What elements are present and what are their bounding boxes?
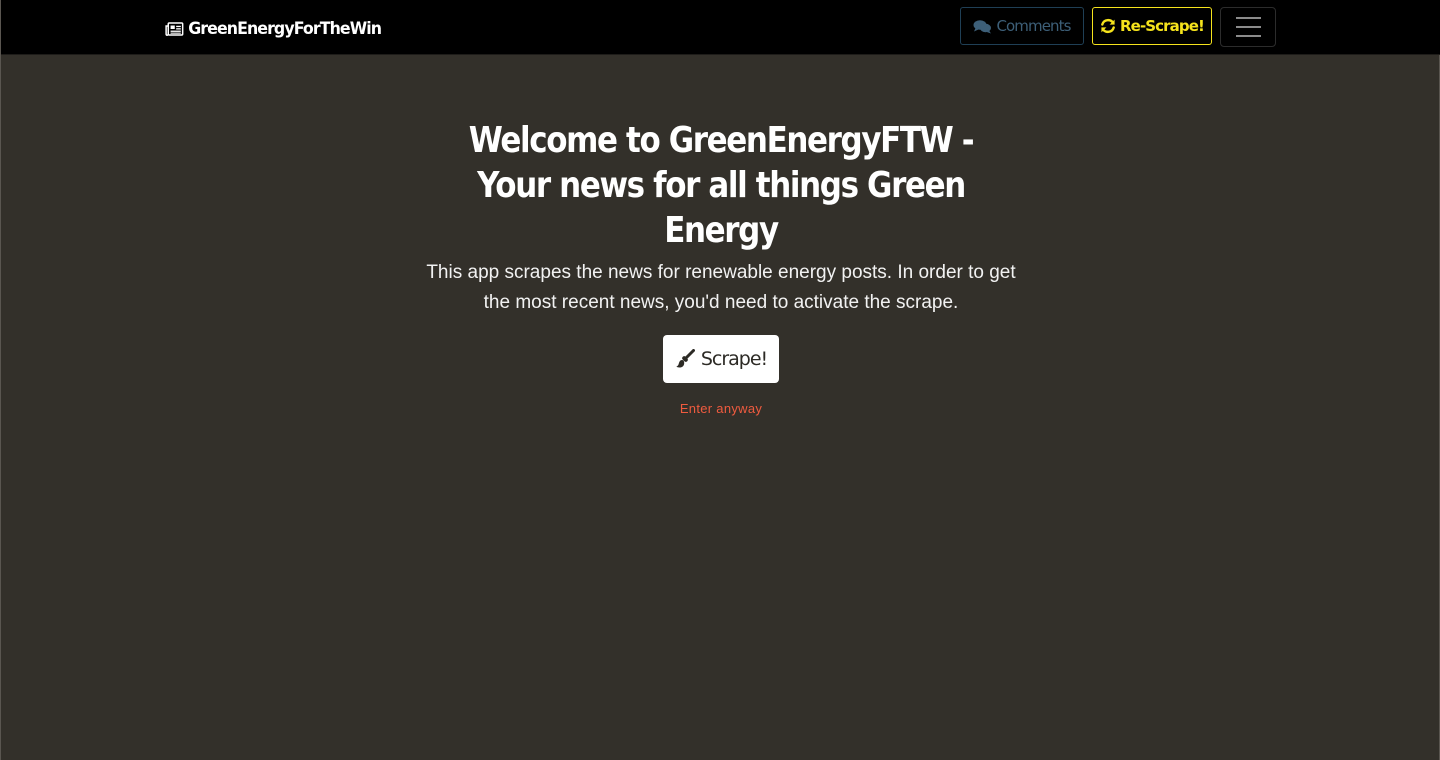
navbar: GreenEnergyForTheWin Comments Re-Scrape!	[1, 0, 1440, 55]
rescrape-label: Re-Scrape!	[1120, 17, 1205, 35]
newspaper-icon	[165, 22, 184, 36]
scrape-button[interactable]: Scrape!	[663, 335, 779, 383]
rescrape-button[interactable]: Re-Scrape!	[1092, 7, 1212, 45]
hero-section: Welcome to GreenEnergyFTW - Your news fo…	[1, 118, 1440, 416]
paintbrush-icon	[676, 349, 695, 368]
scrape-label: Scrape!	[700, 348, 768, 370]
brand-link[interactable]: GreenEnergyForTheWin	[165, 17, 382, 41]
sync-icon	[1101, 18, 1115, 34]
navbar-toggler-button[interactable]	[1220, 7, 1276, 47]
hamburger-icon	[1235, 26, 1261, 28]
page-title: Welcome to GreenEnergyFTW - Your news fo…	[468, 120, 975, 251]
hamburger-icon	[1235, 17, 1261, 19]
hamburger-icon	[1235, 35, 1261, 37]
hero-description: This app scrapes the news for renewable …	[426, 262, 1016, 313]
brand-name: GreenEnergyForTheWin	[188, 19, 382, 39]
comments-button[interactable]: Comments	[960, 7, 1084, 45]
comments-label: Comments	[996, 17, 1071, 35]
page: GreenEnergyForTheWin Comments Re-Scrape!	[0, 0, 1440, 760]
comments-icon	[973, 19, 992, 33]
enter-anyway-link[interactable]: Enter anyway	[1, 401, 1440, 416]
